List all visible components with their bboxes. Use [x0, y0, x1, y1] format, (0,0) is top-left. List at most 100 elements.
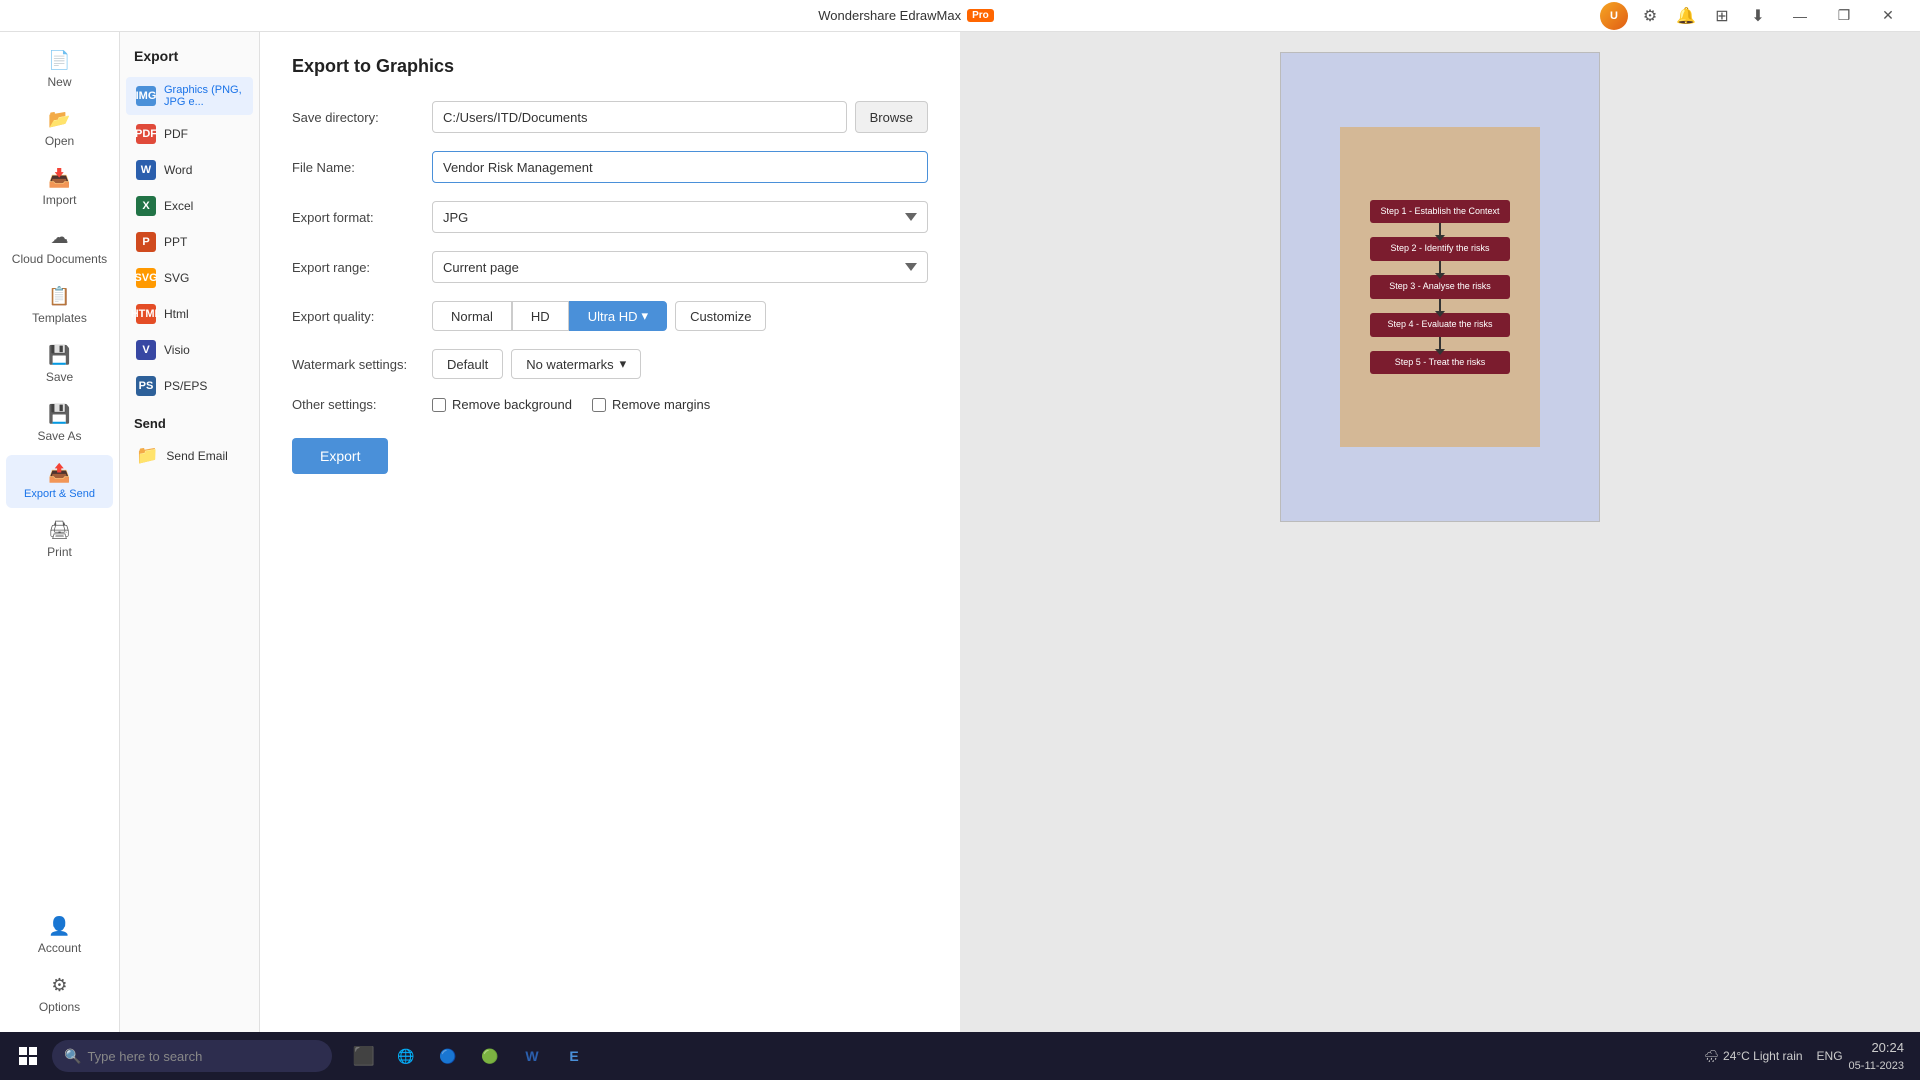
- pdf-icon: PDF: [136, 124, 156, 144]
- sidebar-item-cloud[interactable]: ☁ Cloud Documents: [6, 219, 113, 274]
- export-range-row: Export range: Current page All pages Sel…: [292, 251, 928, 283]
- quality-ultrahd-button[interactable]: Ultra HD ▾: [569, 301, 667, 331]
- flowchart: Step 1 - Establish the Context Step 2 - …: [1340, 127, 1540, 447]
- weather-text: 24°C Light rain: [1723, 1049, 1803, 1063]
- watermark-buttons: Default No watermarks ▾: [432, 349, 928, 379]
- watermark-option-button[interactable]: No watermarks ▾: [511, 349, 641, 379]
- taskbar-app-browser2[interactable]: 🔵: [428, 1036, 468, 1076]
- search-input[interactable]: [87, 1049, 307, 1064]
- save-directory-row: Save directory: Browse: [292, 101, 928, 133]
- file-name-control: [432, 151, 928, 183]
- html-label: Html: [164, 307, 189, 321]
- grid-icon[interactable]: ⊞: [1708, 2, 1736, 30]
- checkbox-row: Remove background Remove margins: [432, 397, 928, 412]
- taskbar-app-word[interactable]: W: [512, 1036, 552, 1076]
- sidebar-templates-label: Templates: [32, 311, 87, 325]
- watermark-row: Watermark settings: Default No watermark…: [292, 349, 928, 379]
- file-name-label: File Name:: [292, 160, 432, 175]
- taskbar-app-browser3[interactable]: 🟢: [470, 1036, 510, 1076]
- watermark-chevron-icon: ▾: [620, 356, 627, 372]
- export-graphics-item[interactable]: IMG Graphics (PNG, JPG e...: [126, 77, 253, 115]
- sidebar-print-label: Print: [47, 545, 72, 559]
- settings-icon[interactable]: ⚙: [1636, 2, 1664, 30]
- export-svg-item[interactable]: SVG SVG: [126, 261, 253, 295]
- taskbar-tray: 🌧 24°C Light rain ENG 20:24 05-11-2023: [1696, 1038, 1912, 1074]
- start-button[interactable]: [8, 1036, 48, 1076]
- export-range-select[interactable]: Current page All pages Selected objects: [432, 251, 928, 283]
- sidebar-item-import[interactable]: 📥 Import: [6, 160, 113, 215]
- taskbar-app-browser1[interactable]: 🌐: [386, 1036, 426, 1076]
- export-pdf-item[interactable]: PDF PDF: [126, 117, 253, 151]
- remove-margins-checkbox[interactable]: [592, 398, 606, 412]
- flow-step-1: Step 1 - Establish the Context: [1370, 200, 1510, 224]
- remove-background-label: Remove background: [452, 397, 572, 412]
- taskbar-app-edraw[interactable]: E: [554, 1036, 594, 1076]
- clock-date: 05-11-2023: [1849, 1058, 1904, 1075]
- other-settings-row: Other settings: Remove background Remove…: [292, 397, 928, 412]
- remove-margins-label: Remove margins: [612, 397, 710, 412]
- watermark-control: Default No watermarks ▾: [432, 349, 928, 379]
- browse-button[interactable]: Browse: [855, 101, 928, 133]
- flow-arrow-1: [1439, 223, 1441, 237]
- taskbar-app-taskview[interactable]: ⬛: [344, 1036, 384, 1076]
- sidebar-item-export[interactable]: 📤 Export & Send: [6, 455, 113, 508]
- export-html-item[interactable]: HTML Html: [126, 297, 253, 331]
- export-pseps-item[interactable]: PS PS/EPS: [126, 369, 253, 403]
- quality-normal-button[interactable]: Normal: [432, 301, 512, 331]
- export-button[interactable]: Export: [292, 438, 388, 474]
- sidebar-options-label: Options: [39, 1000, 80, 1014]
- excel-icon: X: [136, 196, 156, 216]
- sidebar-item-saveas[interactable]: 💾 Save As: [6, 396, 113, 451]
- export-excel-item[interactable]: X Excel: [126, 189, 253, 223]
- remove-background-checkbox[interactable]: [432, 398, 446, 412]
- save-icon: 💾: [48, 345, 70, 366]
- quality-hd-button[interactable]: HD: [512, 301, 569, 331]
- close-button[interactable]: ✕: [1868, 0, 1908, 32]
- remove-margins-item[interactable]: Remove margins: [592, 397, 710, 412]
- left-sidebar: 📄 New 📂 Open 📥 Import ☁ Cloud Documents …: [0, 32, 120, 1032]
- html-icon: HTML: [136, 304, 156, 324]
- sidebar-item-templates[interactable]: 📋 Templates: [6, 278, 113, 333]
- customize-button[interactable]: Customize: [675, 301, 766, 331]
- export-format-row: Export format: JPG PNG SVG BMP: [292, 201, 928, 233]
- export-word-item[interactable]: W Word: [126, 153, 253, 187]
- svg-icon: SVG: [136, 268, 156, 288]
- minimize-button[interactable]: —: [1780, 0, 1820, 32]
- restore-button[interactable]: ❐: [1824, 0, 1864, 32]
- watermark-default-button[interactable]: Default: [432, 349, 503, 379]
- sidebar-item-new[interactable]: 📄 New: [6, 42, 113, 97]
- sidebar-saveas-label: Save As: [37, 429, 81, 443]
- sidebar-item-open[interactable]: 📂 Open: [6, 101, 113, 156]
- sidebar-save-label: Save: [46, 370, 73, 384]
- ppt-label: PPT: [164, 235, 187, 249]
- sidebar-item-account[interactable]: 👤 Account: [6, 908, 113, 963]
- graphics-icon: IMG: [136, 86, 156, 106]
- sidebar-open-label: Open: [45, 134, 74, 148]
- export-title: Export to Graphics: [292, 56, 928, 77]
- pro-badge: Pro: [967, 9, 994, 22]
- watermark-label: Watermark settings:: [292, 357, 432, 372]
- send-email-item[interactable]: 📁 Send Email: [126, 438, 253, 473]
- download-icon[interactable]: ⬇: [1744, 2, 1772, 30]
- cloud-icon: ☁: [51, 227, 69, 248]
- sidebar-item-options[interactable]: ⚙ Options: [6, 967, 113, 1022]
- export-format-select[interactable]: JPG PNG SVG BMP: [432, 201, 928, 233]
- file-name-input[interactable]: [432, 151, 928, 183]
- pseps-icon: PS: [136, 376, 156, 396]
- language-indicator: ENG: [1817, 1049, 1843, 1063]
- avatar[interactable]: U: [1600, 2, 1628, 30]
- chevron-down-icon: ▾: [642, 308, 649, 324]
- export-format-control: JPG PNG SVG BMP: [432, 201, 928, 233]
- email-icon: 📁: [136, 445, 158, 466]
- sidebar-item-print[interactable]: 🖨 Print: [6, 512, 113, 567]
- export-visio-item[interactable]: V Visio: [126, 333, 253, 367]
- save-directory-label: Save directory:: [292, 110, 432, 125]
- sidebar-item-save[interactable]: 💾 Save: [6, 337, 113, 392]
- save-directory-input[interactable]: [432, 101, 847, 133]
- export-ppt-item[interactable]: P PPT: [126, 225, 253, 259]
- flow-arrow-3: [1439, 299, 1441, 313]
- remove-background-item[interactable]: Remove background: [432, 397, 572, 412]
- flow-arrow-4: [1439, 337, 1441, 351]
- bell-icon[interactable]: 🔔: [1672, 2, 1700, 30]
- word-icon: W: [136, 160, 156, 180]
